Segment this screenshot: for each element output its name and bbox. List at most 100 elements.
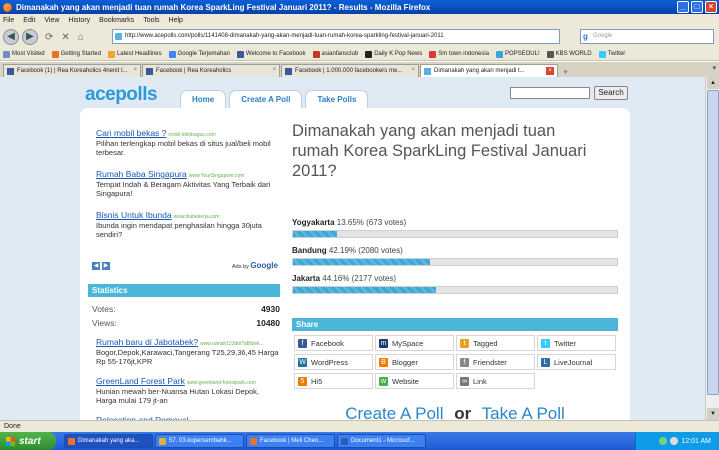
acepolls-logo[interactable]: acepolls bbox=[85, 84, 158, 106]
taskbar-window-button[interactable]: Document1 - Microsof... bbox=[337, 434, 426, 448]
nav-home[interactable]: Home bbox=[180, 90, 227, 108]
ad-text: Tempat Indah & Beragam Aktivitas Yang Te… bbox=[96, 180, 271, 198]
bookmark-label: Welcome to Facebook bbox=[245, 51, 306, 57]
ads-by-google[interactable]: Ads by Google bbox=[232, 261, 278, 270]
browser-tab[interactable]: Facebook (1) | Rea Koreaholics 4nenit I.… bbox=[3, 64, 141, 77]
share-tagged-button[interactable]: t Tagged bbox=[456, 335, 535, 351]
share-label: Link bbox=[473, 376, 487, 386]
share-blogger-button[interactable]: B Blogger bbox=[375, 354, 454, 370]
ad-title-link[interactable]: Rumah Baba Singapura bbox=[96, 169, 187, 179]
new-tab-button[interactable]: + bbox=[563, 67, 568, 77]
bookmark-label: Most Visited bbox=[12, 51, 45, 57]
browser-search-input[interactable]: g Google bbox=[580, 29, 714, 44]
bookmark-item[interactable]: Daily K Pop News bbox=[365, 50, 423, 58]
ad-title-link[interactable]: GreenLand Forest Park bbox=[96, 376, 185, 386]
back-button[interactable]: ◀ bbox=[3, 29, 19, 45]
share-friendster-button[interactable]: f Friendster bbox=[456, 354, 535, 370]
poll-question: Dimanakah yang akan menjadi tuan rumah K… bbox=[292, 122, 587, 180]
option-result: 42.19% (2080 votes) bbox=[328, 246, 403, 255]
views-row: Views: 10480 bbox=[92, 318, 280, 328]
share-livejournal-button[interactable]: L LiveJournal bbox=[537, 354, 616, 370]
nav-take-polls[interactable]: Take Polls bbox=[305, 90, 369, 108]
ad-title-link[interactable]: Bisnis Untuk Ibunda bbox=[96, 210, 172, 220]
bookmark-item[interactable]: POPSEOUL! bbox=[495, 50, 540, 58]
menu-help[interactable]: Help bbox=[169, 17, 183, 24]
ad-url[interactable]: mobil.tokobagus.com bbox=[168, 132, 215, 138]
bookmark-item[interactable]: Sm town indonesia bbox=[429, 50, 489, 58]
minimize-button[interactable]: _ bbox=[677, 1, 689, 13]
taskbar-window-button[interactable]: Dimanakah yang aka... bbox=[64, 434, 153, 448]
taskbar-window-button[interactable]: 57. 03.kupersembahk... bbox=[155, 434, 244, 448]
share-myspace-button[interactable]: m MySpace bbox=[375, 335, 454, 351]
ad-text: Bogor,Depok,Karawaci,Tangerang T25,29,36… bbox=[96, 348, 279, 366]
browser-search-placeholder: Google bbox=[593, 33, 613, 39]
bookmark-item[interactable]: Getting Started bbox=[51, 50, 101, 58]
share-link-button[interactable]: ∞ Link bbox=[456, 373, 535, 389]
bookmark-item[interactable]: Google Terjemahan bbox=[168, 50, 230, 58]
share-wordpress-button[interactable]: W WordPress bbox=[294, 354, 373, 370]
maximize-button[interactable]: □ bbox=[691, 1, 703, 13]
scroll-thumb[interactable] bbox=[707, 90, 719, 395]
bookmark-item[interactable]: Latest Headlines bbox=[107, 50, 162, 58]
window-title-bar: Dimanakah yang akan menjadi tuan rumah K… bbox=[0, 0, 719, 14]
ad-url[interactable]: www.rumah123dotTaBtbek... bbox=[200, 341, 264, 347]
nav-create-poll[interactable]: Create A Poll bbox=[229, 90, 303, 108]
poll-option: Yogyakarta 13.65% (673 votes) bbox=[292, 218, 618, 238]
browser-tab[interactable]: Dimanakah yang akan menjadi t... × bbox=[420, 64, 558, 77]
ad-title-link[interactable]: Rumah baru di Jabotabek? bbox=[96, 337, 198, 347]
close-window-button[interactable]: × bbox=[705, 1, 717, 13]
tab-close-icon[interactable]: × bbox=[546, 67, 554, 75]
bookmark-item[interactable]: Welcome to Facebook bbox=[236, 50, 306, 58]
forward-button[interactable]: ▶ bbox=[22, 29, 38, 45]
ads-next-button[interactable]: ▶ bbox=[102, 262, 110, 270]
share-hi5-button[interactable]: 5 Hi5 bbox=[294, 373, 373, 389]
menu-file[interactable]: File bbox=[3, 17, 14, 24]
take-poll-link[interactable]: Take A Poll bbox=[482, 404, 565, 420]
browser-tab[interactable]: Facebook | 1.000.000 facebookers me... × bbox=[281, 64, 419, 77]
ad-text: Hunian mewah ber-Nuansa Hutan Lokasi Dep… bbox=[96, 387, 260, 405]
taskbar-label: Document1 - Microsof... bbox=[351, 438, 415, 444]
browser-tab[interactable]: Facebook | Rea Koreaholics × bbox=[142, 64, 280, 77]
tab-label: Facebook (1) | Rea Koreaholics 4nenit I.… bbox=[17, 68, 128, 74]
ads-prev-button[interactable]: ◀ bbox=[92, 262, 100, 270]
tab-close-icon[interactable]: × bbox=[272, 67, 276, 73]
tab-close-icon[interactable]: × bbox=[411, 67, 415, 73]
scroll-down-icon[interactable]: ▼ bbox=[707, 408, 719, 420]
ad-title-link[interactable]: Cari mobil bekas ? bbox=[96, 128, 166, 138]
stop-icon[interactable]: ✕ bbox=[61, 32, 69, 43]
menu-edit[interactable]: Edit bbox=[23, 17, 35, 24]
site-search-input[interactable] bbox=[510, 87, 590, 99]
share-facebook-button[interactable]: f Facebook bbox=[294, 335, 373, 351]
share-twitter-button[interactable]: t Twitter bbox=[537, 335, 616, 351]
taskbar-window-button[interactable]: Facebook | Meli Cheo... bbox=[246, 434, 335, 448]
create-poll-link[interactable]: Create A Poll bbox=[345, 404, 443, 420]
tab-favicon-icon bbox=[424, 67, 431, 75]
bookmark-item[interactable]: asianfansclub bbox=[312, 50, 358, 58]
app-icon bbox=[159, 437, 166, 445]
menu-tools[interactable]: Tools bbox=[143, 17, 159, 24]
menu-bookmarks[interactable]: Bookmarks bbox=[99, 17, 134, 24]
site-search-button[interactable]: Search bbox=[594, 86, 628, 100]
tab-list-button[interactable]: ▾ bbox=[712, 64, 716, 72]
option-result: 13.65% (673 votes) bbox=[336, 218, 407, 227]
home-icon[interactable]: ⌂ bbox=[78, 32, 84, 43]
menu-history[interactable]: History bbox=[68, 17, 90, 24]
menu-view[interactable]: View bbox=[44, 17, 59, 24]
bookmark-item[interactable]: Most Visited bbox=[3, 50, 45, 58]
website-icon: w bbox=[379, 376, 388, 386]
ad-url[interactable]: www.ibubekerja.com bbox=[174, 214, 220, 220]
scroll-up-icon[interactable]: ▲ bbox=[707, 77, 719, 89]
bookmark-icon bbox=[3, 50, 10, 58]
tab-close-icon[interactable]: × bbox=[133, 67, 137, 73]
url-bar[interactable]: http://www.acepolls.com/polls/1141408-di… bbox=[112, 29, 560, 44]
statistics-header: Statistics bbox=[88, 284, 280, 297]
reload-icon[interactable]: ⟳ bbox=[45, 32, 53, 43]
ad-url[interactable]: www.greenland-forestpark.com bbox=[187, 380, 256, 386]
bookmark-item[interactable]: Twitter bbox=[598, 50, 625, 58]
start-button[interactable]: start bbox=[0, 432, 56, 450]
share-website-button[interactable]: w Website bbox=[375, 373, 454, 389]
page-scrollbar[interactable]: ▲ ▼ bbox=[705, 77, 719, 420]
ad-url[interactable]: www.YourSingapore.com bbox=[189, 173, 245, 179]
bookmark-label: Daily K Pop News bbox=[374, 51, 423, 57]
bookmark-item[interactable]: KBS WORLD bbox=[546, 50, 592, 58]
